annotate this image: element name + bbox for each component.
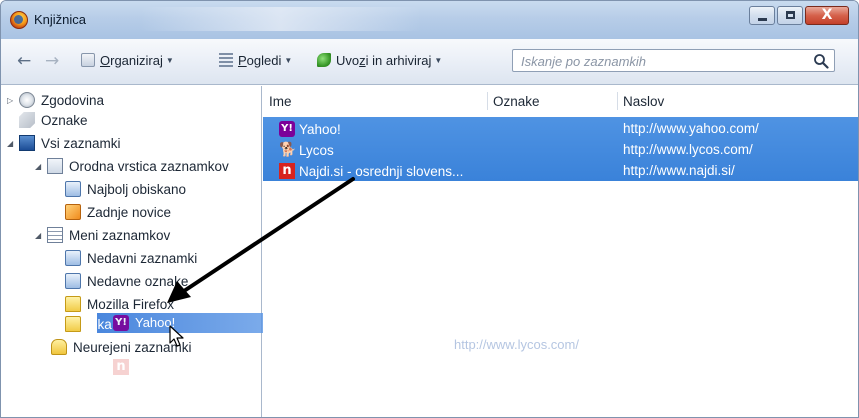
- organize-icon: [81, 53, 95, 67]
- import-menu-button[interactable]: Uvozi in arhiviraj ▼: [317, 53, 442, 68]
- bookmark-name: n Najdi.si - osrednji slovens...: [279, 163, 463, 179]
- tree-item-mozilla-firefox[interactable]: Mozilla Firefox: [65, 294, 174, 314]
- tree-item-recent-bookmarks[interactable]: Nedavni zaznamki: [65, 248, 197, 268]
- table-row[interactable]: 🐕 Lycos http://www.lycos.com/: [263, 140, 858, 160]
- tree-item-label: Zadnje novice: [87, 204, 172, 220]
- library-window: Knjižnica X ← → Organiziraj ▼ Pogledi ▼ Uv…: [0, 0, 859, 418]
- bookmark-url: http://www.lycos.com/: [623, 142, 753, 157]
- close-button[interactable]: X: [805, 6, 849, 25]
- bookmark-title: Najdi.si - osrednji slovens...: [299, 163, 464, 179]
- tree-item-label: Iska: [87, 316, 112, 332]
- tree-item-label: Orodna vrstica zaznamkov: [69, 158, 229, 174]
- import-backup-icon: [317, 53, 331, 67]
- unsorted-bookmarks-icon: [51, 339, 67, 355]
- tree-item-label: Nedavne oznake: [87, 273, 189, 289]
- tree-item-label: Zgodovina: [41, 92, 105, 108]
- forward-button[interactable]: →: [45, 51, 59, 71]
- back-button[interactable]: ←: [17, 51, 31, 71]
- column-header-location[interactable]: Naslov: [623, 94, 664, 109]
- toolbar: ← → Organiziraj ▼ Pogledi ▼ Uvozi in arhiv…: [1, 39, 858, 85]
- folder-icon: [65, 316, 81, 332]
- yahoo-icon: Y!: [279, 121, 295, 137]
- close-icon: X: [821, 7, 833, 23]
- column-separator[interactable]: [487, 92, 488, 110]
- column-header-name[interactable]: Ime: [269, 94, 292, 109]
- views-label-rest: ogledi: [246, 53, 282, 68]
- tree-item-label: Meni zaznamkov: [69, 227, 171, 243]
- window-controls: X: [749, 6, 849, 25]
- import-label-a: Uvo: [336, 53, 360, 68]
- collapse-icon[interactable]: ◢: [35, 162, 45, 171]
- history-icon: [19, 92, 35, 108]
- bookmark-name: Y! Yahoo!: [279, 121, 341, 137]
- tags-icon: [19, 112, 35, 128]
- minimize-icon: [758, 18, 767, 21]
- firefox-icon: [10, 11, 28, 29]
- table-row[interactable]: n Najdi.si - osrednji slovens... http://w…: [263, 161, 858, 181]
- window-title: Knjižnica: [34, 12, 87, 27]
- tree-item-label: Mozilla Firefox: [87, 296, 175, 312]
- organize-mnemonic: O: [100, 53, 111, 68]
- bookmark-url: http://www.yahoo.com/: [623, 121, 759, 136]
- tree-item-label: Oznake: [41, 112, 88, 128]
- lycos-icon: 🐕: [279, 142, 297, 158]
- bookmark-title: Lycos: [299, 142, 334, 158]
- tree-item-label: Vsi zaznamki: [41, 135, 121, 151]
- smart-folder-icon: [65, 250, 81, 266]
- chevron-down-icon: ▼: [434, 56, 443, 65]
- title-bar[interactable]: Knjižnica X: [1, 1, 858, 39]
- tree-item-latest-headlines[interactable]: Zadnje novice: [65, 202, 171, 222]
- views-icon: [219, 53, 233, 67]
- bookmarks-toolbar-icon: [47, 158, 63, 174]
- column-header-tags[interactable]: Oznake: [493, 94, 540, 109]
- organize-menu-button[interactable]: Organiziraj ▼: [81, 53, 174, 68]
- bookmarks-menu-icon: [47, 227, 63, 243]
- najdi-icon: n: [279, 163, 295, 179]
- tree-item-label: Najbolj obiskano: [87, 181, 187, 197]
- tree-item-bookmarks-toolbar[interactable]: ◢ Orodna vrstica zaznamkov: [35, 156, 229, 176]
- minimize-button[interactable]: [749, 6, 775, 25]
- bookmark-name: 🐕 Lycos: [279, 142, 334, 158]
- search-placeholder: Iskanje po zaznamkih: [521, 54, 647, 69]
- views-mnemonic: P: [238, 53, 247, 68]
- tree-item-search-folder[interactable]: Iska: [65, 314, 112, 334]
- import-label-b: i in arhiviraj: [365, 53, 432, 68]
- chevron-down-icon: ▼: [284, 56, 293, 65]
- smart-folder-icon: [65, 273, 81, 289]
- folder-icon: [65, 296, 81, 312]
- tree-item-history[interactable]: ▷ Zgodovina: [7, 90, 104, 110]
- search-icon[interactable]: [813, 53, 829, 69]
- tree-item-all-bookmarks[interactable]: ◢ Vsi zaznamki: [7, 133, 121, 153]
- bookmark-url: http://www.najdi.si/: [623, 163, 735, 178]
- views-menu-button[interactable]: Pogledi ▼: [219, 53, 292, 68]
- mouse-cursor-icon: [169, 325, 184, 347]
- organize-label-rest: rganiziraj: [110, 53, 163, 68]
- tree-item-tags[interactable]: Oznake: [19, 110, 88, 130]
- maximize-icon: [786, 11, 795, 19]
- expand-icon[interactable]: ▷: [7, 96, 17, 105]
- rss-icon: [65, 204, 81, 220]
- search-input[interactable]: Iskanje po zaznamkih: [512, 49, 835, 72]
- bookmark-title: Yahoo!: [299, 121, 341, 137]
- column-separator[interactable]: [617, 92, 618, 110]
- tree-item-label: Nedavni zaznamki: [87, 250, 198, 266]
- smart-folder-icon: [65, 181, 81, 197]
- bookmark-list[interactable]: Ime Oznake Naslov Y! Yahoo! http://www.ya…: [263, 86, 858, 417]
- collapse-icon[interactable]: ◢: [35, 231, 45, 240]
- title-glare: [141, 7, 421, 31]
- collapse-icon[interactable]: ◢: [7, 139, 17, 148]
- folder-tree[interactable]: ▷ Zgodovina Oznake ◢ Vsi zaznamki ◢ Orod…: [1, 86, 617, 417]
- tree-item-most-visited[interactable]: Najbolj obiskano: [65, 179, 186, 199]
- tree-item-bookmarks-menu[interactable]: ◢ Meni zaznamkov: [35, 225, 170, 245]
- tree-item-recent-tags[interactable]: Nedavne oznake: [65, 271, 188, 291]
- chevron-down-icon: ▼: [165, 56, 174, 65]
- all-bookmarks-icon: [19, 135, 35, 151]
- table-row[interactable]: Y! Yahoo! http://www.yahoo.com/: [263, 119, 858, 139]
- maximize-button[interactable]: [777, 6, 803, 25]
